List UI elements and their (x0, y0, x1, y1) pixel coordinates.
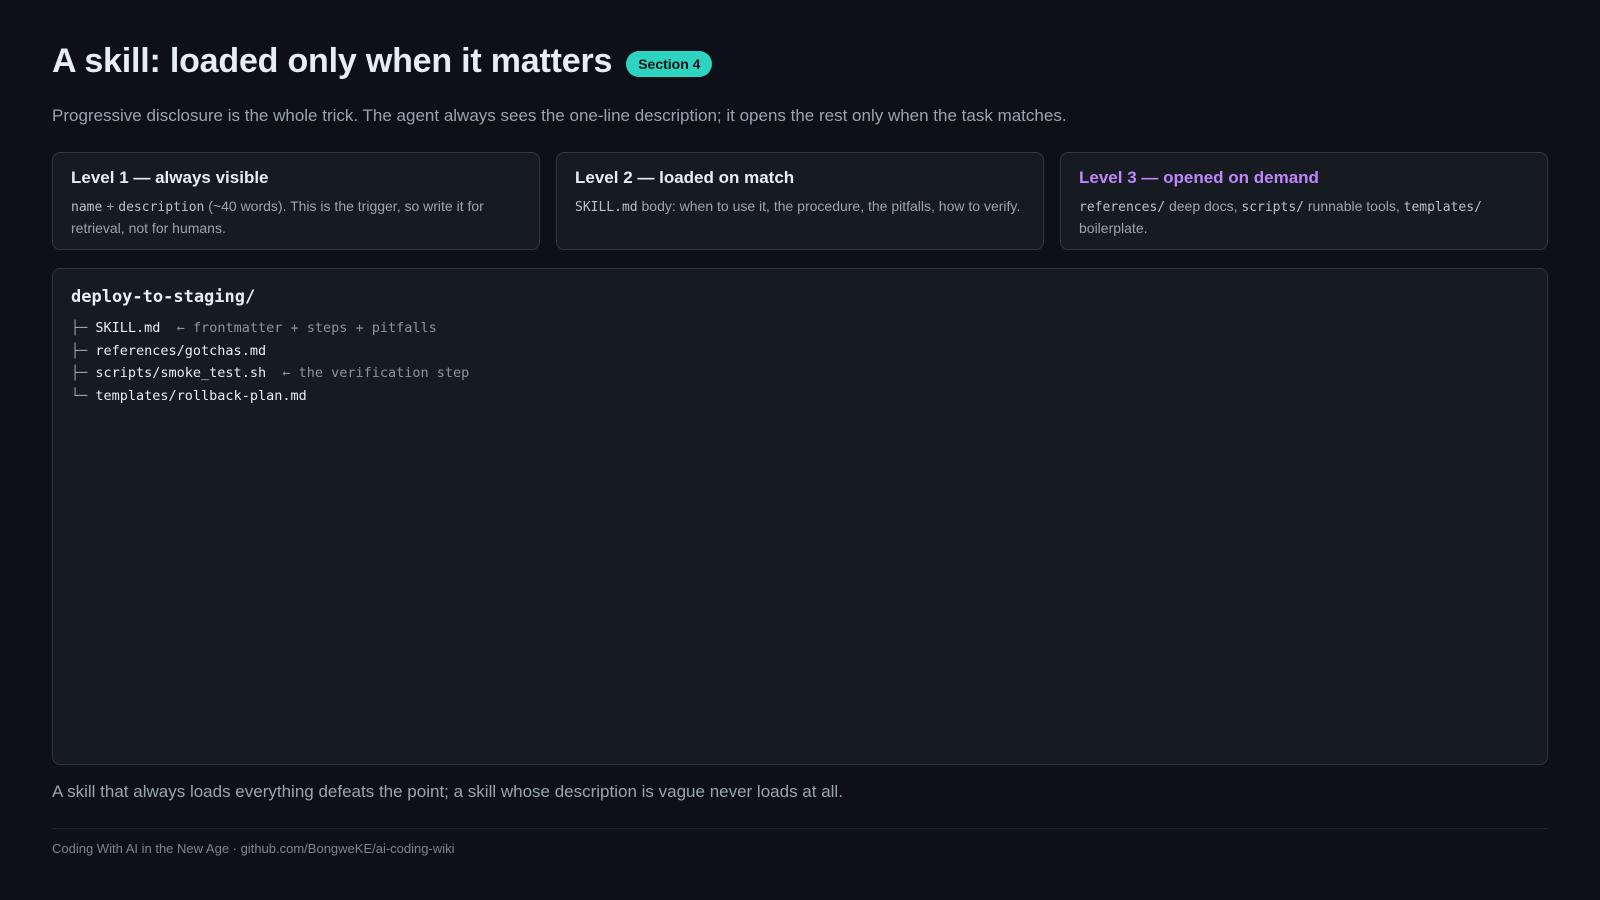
tree-branch: └─ (71, 387, 96, 404)
tree-item-name: references/gotchas.md (95, 342, 267, 359)
code-name: name (71, 200, 103, 215)
tree-item-note: ← the verification step (266, 365, 470, 381)
tree-item: ├─ references/gotchas.md (71, 340, 1529, 363)
level-1-title: Level 1 — always visible (71, 168, 269, 187)
code-skill-md: SKILL.md (575, 200, 638, 215)
text-segment: + (102, 198, 119, 214)
level-2-card: Level 2 — loaded on match SKILL.md body:… (556, 152, 1044, 250)
tree-item: ├─ SKILL.md ← frontmatter + steps + pitf… (71, 317, 1529, 340)
file-tree-panel: deploy-to-staging/ ├─ SKILL.md ← frontma… (52, 268, 1548, 765)
tree-item-name: SKILL.md (95, 320, 161, 336)
closing-note: A skill that always loads everything def… (52, 782, 843, 801)
tree-branch: ├─ (71, 342, 96, 359)
page-title: A skill: loaded only when it matters (52, 42, 613, 80)
text-segment: boilerplate. (1079, 220, 1148, 236)
tree-branch: ├─ (71, 320, 96, 336)
level-3-text: references/ deep docs, scripts/ runnable… (1079, 196, 1529, 238)
text-segment: body: when to use it, the procedure, the… (637, 198, 1021, 214)
tree-branch: ├─ (71, 365, 96, 381)
tree-item-name: scripts/smoke_test.sh (95, 365, 267, 381)
title-row: A skill: loaded only when it matters Sec… (52, 42, 713, 81)
level-cards: Level 1 — always visible name + descript… (52, 152, 1548, 250)
tree-item-name: templates/rollback-plan.md (95, 387, 307, 404)
tree-item-note: ← frontmatter + steps + pitfalls (160, 320, 437, 336)
tree-item: └─ templates/rollback-plan.md (71, 385, 1529, 408)
level-1-card: Level 1 — always visible name + descript… (52, 152, 540, 250)
tree-item: ├─ scripts/smoke_test.sh ← the verificat… (71, 362, 1529, 385)
footer-text: Coding With AI in the New Age · github.c… (52, 841, 455, 856)
code-description: description (118, 200, 205, 215)
section-badge: Section 4 (626, 50, 713, 77)
code-templates: templates/ (1403, 200, 1482, 215)
level-2-text: SKILL.md body: when to use it, the proce… (575, 196, 1025, 218)
tree-root: deploy-to-staging/ (71, 287, 256, 307)
code-scripts: scripts/ (1241, 200, 1304, 215)
text-segment: deep docs, (1165, 198, 1242, 214)
level-3-card: Level 3 — opened on demand references/ d… (1060, 152, 1548, 250)
level-2-title: Level 2 — loaded on match (575, 168, 795, 187)
slide: A skill: loaded only when it matters Sec… (52, 0, 1548, 900)
page-subtitle: Progressive disclosure is the whole tric… (52, 106, 1067, 125)
footer-divider (52, 828, 1548, 829)
level-3-title: Level 3 — opened on demand (1079, 168, 1319, 187)
text-segment: runnable tools, (1304, 198, 1404, 214)
code-references: references/ (1079, 200, 1166, 215)
level-1-text: name + description (~40 words). This is … (71, 196, 521, 238)
